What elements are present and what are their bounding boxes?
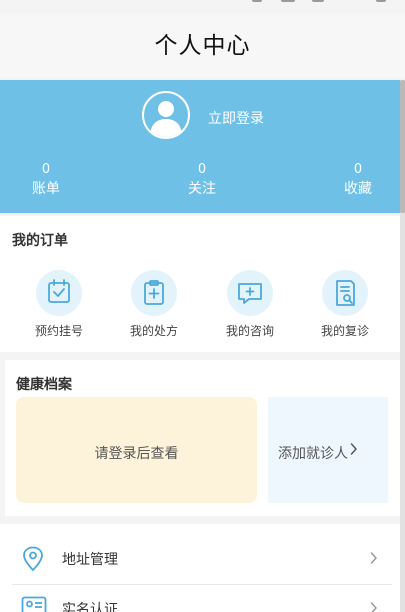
list-item-label: 地址管理 (62, 552, 118, 568)
orders-title: 我的订单 (12, 233, 68, 249)
scrollbar[interactable] (400, 80, 405, 612)
order-revisit[interactable]: 我的复诊 (305, 270, 385, 339)
wifi-icon (281, 0, 295, 2)
order-label: 我的咨询 (225, 324, 274, 338)
health-title: 健康档案 (16, 377, 72, 393)
profile-header: 立即登录 0 账单 0 关注 0 收藏 (0, 80, 400, 213)
location-pin-icon (21, 546, 45, 576)
order-consultation[interactable]: 我的咨询 (210, 270, 290, 339)
stat-favorites[interactable]: 0 收藏 (318, 162, 398, 200)
chevron-right-icon (370, 602, 377, 612)
id-card-icon (21, 596, 47, 612)
revisit-document-icon (322, 270, 368, 316)
list-item-address[interactable]: 地址管理 (0, 533, 400, 585)
login-link[interactable]: 立即登录 (208, 108, 264, 128)
chevron-right-icon (370, 552, 377, 564)
scrollbar-thumb[interactable] (400, 80, 405, 213)
page-title: 个人中心 (154, 33, 251, 59)
list-item-verification[interactable]: 实名认证 (0, 590, 400, 612)
consult-chat-icon (227, 270, 273, 316)
signal-icon (252, 0, 262, 2)
login-prompt: 请登录后查看 (94, 446, 179, 462)
calendar-check-icon (36, 270, 82, 316)
order-appointment[interactable]: 预约挂号 (19, 270, 99, 339)
stat-value: 0 (41, 162, 51, 177)
health-records-section: 健康档案 请登录后查看 添加就诊人 (5, 360, 400, 516)
order-label: 预约挂号 (34, 324, 83, 338)
chevron-right-icon (350, 443, 357, 455)
battery-icon (312, 0, 324, 2)
stat-label: 收藏 (344, 181, 372, 197)
stat-label: 账单 (32, 181, 60, 197)
stat-value: 0 (353, 162, 363, 177)
nav-bar: 个人中心 (0, 14, 405, 78)
stat-bills[interactable]: 0 账单 (6, 162, 86, 200)
settings-list: 地址管理 实名认证 (0, 524, 400, 612)
user-silhouette-icon (150, 101, 182, 137)
stat-label: 关注 (188, 181, 216, 197)
stat-following[interactable]: 0 关注 (162, 162, 242, 200)
order-prescription[interactable]: 我的处方 (114, 270, 194, 339)
order-label: 我的处方 (129, 324, 178, 338)
order-label: 我的复诊 (320, 324, 369, 338)
stat-value: 0 (197, 162, 207, 177)
list-divider (12, 584, 392, 585)
orders-section: 我的订单 预约挂号 我的处方 我的咨询 我的复诊 (0, 216, 400, 352)
prescription-clipboard-icon (131, 270, 177, 316)
add-patient-label: 添加就诊人 (278, 446, 348, 462)
list-item-label: 实名认证 (62, 602, 118, 612)
avatar[interactable] (142, 91, 190, 139)
add-patient-card[interactable]: 添加就诊人 (268, 397, 388, 503)
clock-icon (376, 0, 386, 2)
login-to-view-card[interactable]: 请登录后查看 (16, 397, 257, 503)
status-bar (0, 0, 405, 14)
